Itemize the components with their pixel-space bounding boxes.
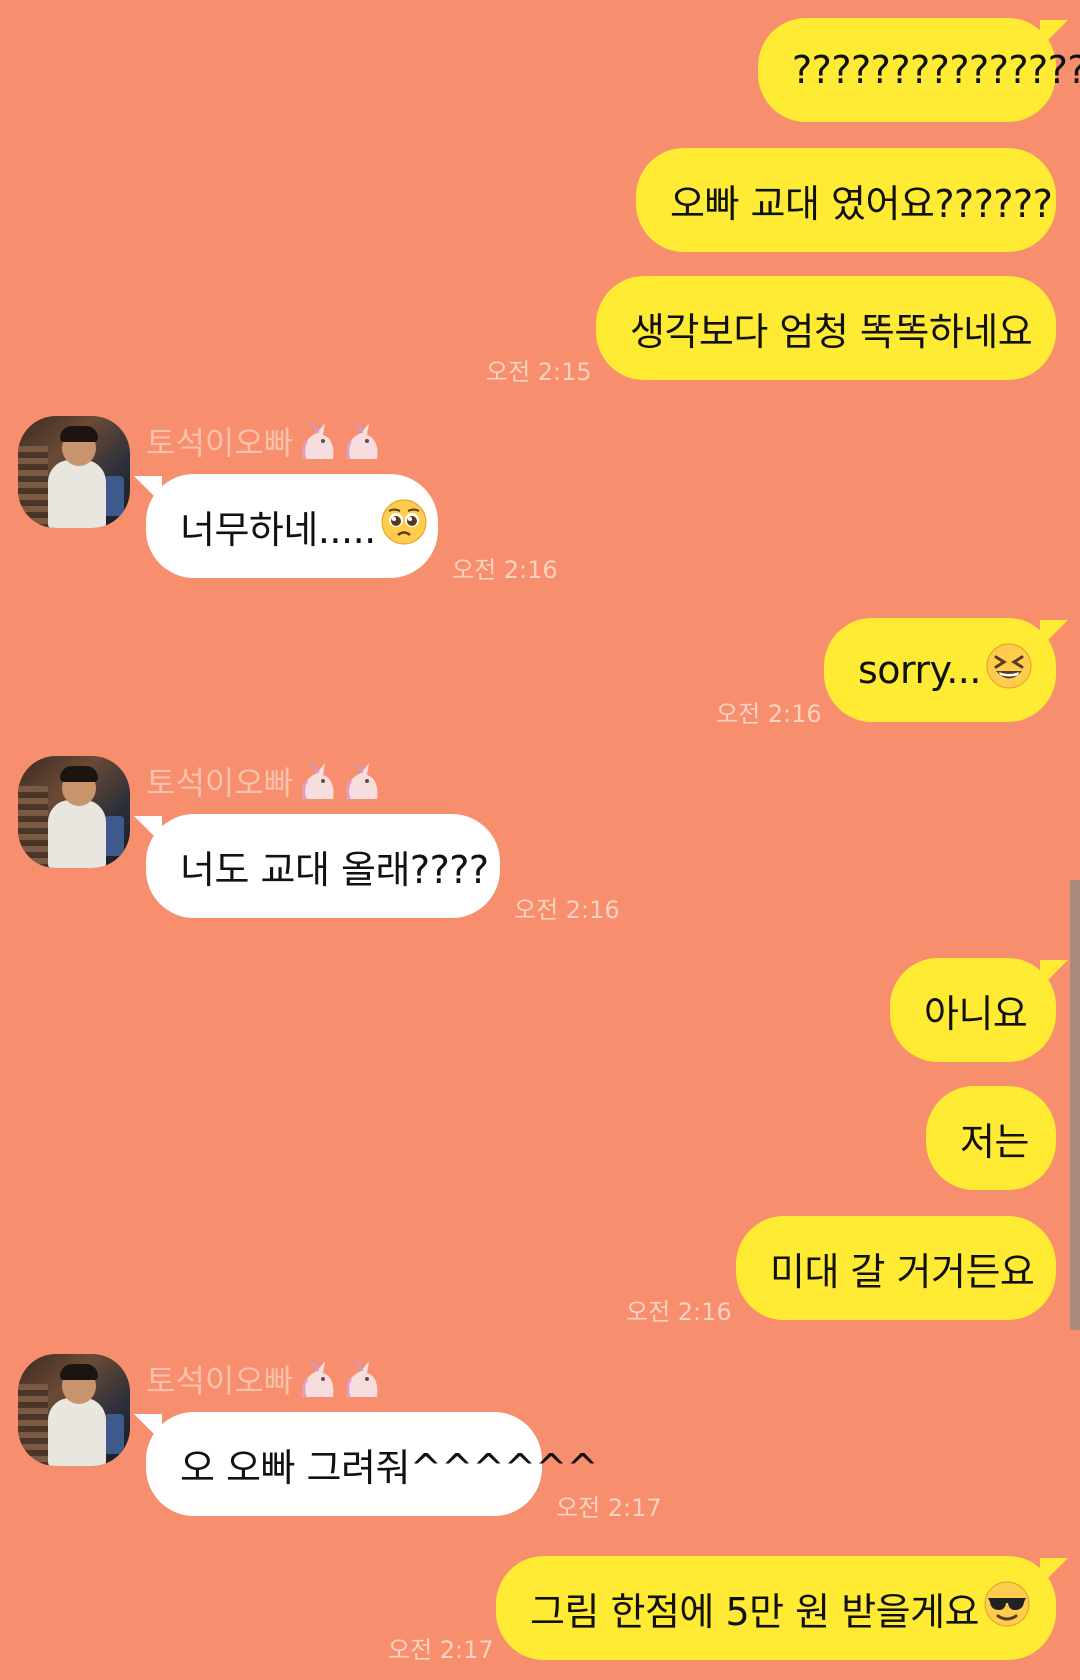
sender-name: 토석이오빠 [146,758,385,804]
sender-name-text: 토석이오빠 [146,424,294,462]
message-bubble-received[interactable]: 오 오빠 그려줘^^^^^^ [134,1412,598,1516]
message-bubble-sent[interactable]: 미대 갈 거거든요 [736,1216,1056,1320]
sender-name-text: 토석이오빠 [146,1362,294,1400]
message-bubble-received[interactable]: 너무하네..... [134,474,438,578]
message-bubble-sent[interactable]: ??????????????? [758,18,1080,122]
message-text: 너도 교대 올래???? [180,847,489,892]
message-timestamp: 오전 2:17 [388,1636,494,1664]
message-timestamp: 오전 2:17 [556,1494,662,1522]
sender-name: 토석이오빠 [146,418,385,464]
scrollbar[interactable] [1070,880,1080,1330]
pleading-face-icon [380,498,428,555]
message-bubble-sent[interactable]: 오빠 교대 였어요?????? [636,148,1056,252]
message-text: 오빠 교대 였어요?????? [670,181,1053,226]
message-timestamp: 오전 2:16 [626,1298,732,1326]
sunglasses-face-icon [983,1580,1031,1637]
message-timestamp: 오전 2:16 [716,700,822,728]
message-bubble-received[interactable]: 너도 교대 올래???? [134,814,500,918]
contact-avatar[interactable] [18,756,130,868]
sender-name-text: 토석이오빠 [146,764,294,802]
sender-name: 토석이오빠 [146,1356,385,1402]
message-text: 너무하네..... [180,507,376,552]
message-timestamp: 오전 2:16 [452,556,558,584]
laughing-squint-face-icon [985,642,1033,699]
message-text: 생각보다 엄청 똑똑하네요 [630,309,1033,354]
contact-avatar[interactable] [18,1354,130,1466]
message-text: 미대 갈 거거든요 [770,1249,1035,1294]
message-text: 저는 [960,1119,1029,1164]
message-bubble-sent[interactable]: 아니요 [890,958,1068,1062]
message-bubble-sent[interactable]: 그림 한점에 5만 원 받을게요 [496,1556,1068,1660]
message-text: sorry... [858,648,981,692]
message-bubble-sent[interactable]: sorry... [824,618,1068,722]
message-timestamp: 오전 2:16 [514,896,620,924]
message-timestamp: 오전 2:15 [486,358,592,386]
message-text: 그림 한점에 5만 원 받을게요 [530,1589,980,1634]
message-text: 아니요 [924,991,1028,1036]
unicorn-icon [297,419,385,463]
contact-avatar[interactable] [18,416,130,528]
message-text: ??????????????? [792,48,1080,92]
message-text: 오 오빠 그려줘^^^^^^ [180,1445,598,1490]
unicorn-icon [297,1357,385,1401]
message-bubble-sent[interactable]: 저는 [926,1086,1056,1190]
message-bubble-sent[interactable]: 생각보다 엄청 똑똑하네요 [596,276,1056,380]
unicorn-icon [297,759,385,803]
